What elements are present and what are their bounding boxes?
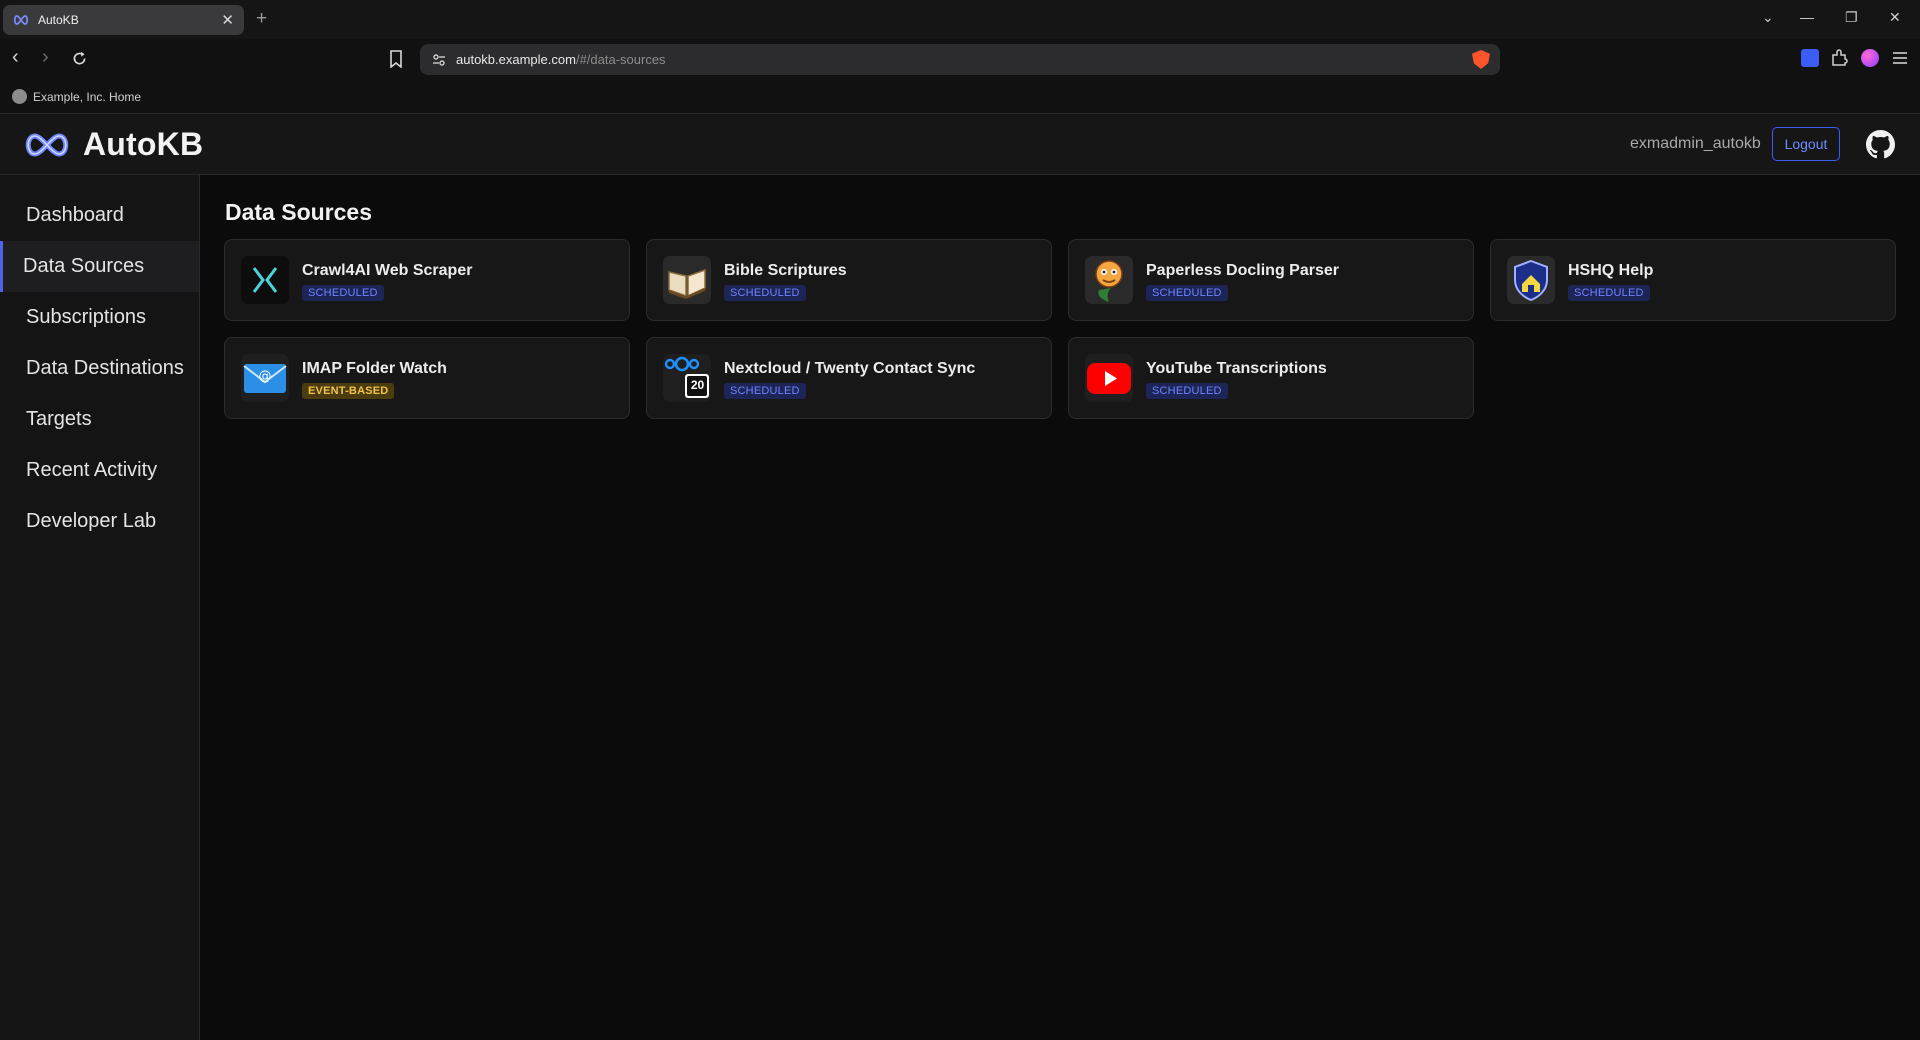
site-settings-icon[interactable]: [432, 53, 446, 67]
tab-close-icon[interactable]: ✕: [221, 13, 234, 28]
page-title: Data Sources: [225, 199, 373, 225]
sidebar-item-data-destinations[interactable]: Data Destinations: [0, 343, 199, 394]
data-source-card-paperless-docling[interactable]: Paperless Docling Parser SCHEDULED: [1068, 239, 1474, 321]
data-source-card-youtube[interactable]: YouTube Transcriptions SCHEDULED: [1068, 337, 1474, 419]
close-window-icon[interactable]: ✕: [1889, 9, 1901, 26]
autokb-favicon-icon: [13, 15, 29, 25]
status-badge: SCHEDULED: [1568, 285, 1650, 301]
url-host: autokb.example.com: [456, 51, 576, 67]
minimize-icon[interactable]: —: [1800, 9, 1814, 25]
forward-icon[interactable]: ›: [42, 47, 49, 67]
sidebar-item-data-sources[interactable]: Data Sources: [0, 241, 199, 292]
nextcloud-icon: 20: [663, 354, 711, 402]
extensions-puzzle-icon[interactable]: [1830, 49, 1848, 67]
restore-icon[interactable]: ❐: [1845, 9, 1858, 26]
sidebar-item-recent-activity[interactable]: Recent Activity: [0, 445, 199, 496]
status-badge: EVENT-BASED: [302, 383, 395, 399]
card-name: Crawl4AI Web Scraper: [302, 262, 473, 279]
browser-toolbar: ‹ › autokb.example.com/#/data-sources: [0, 39, 1920, 80]
browser-tabstrip: AutoKB ✕ + ⌄ — ❐ ✕: [0, 0, 1920, 39]
leo-ai-icon[interactable]: [1861, 49, 1879, 67]
reload-icon[interactable]: [71, 50, 88, 67]
card-name: IMAP Folder Watch: [302, 360, 447, 377]
url-path: /#/data-sources: [575, 51, 666, 67]
sidebar: Dashboard Data Sources Subscriptions Dat…: [0, 175, 200, 1040]
status-badge: SCHEDULED: [1146, 383, 1228, 399]
bookmark-icon[interactable]: [389, 50, 403, 68]
address-bar[interactable]: autokb.example.com/#/data-sources: [420, 44, 1500, 75]
sidebar-item-developer-lab[interactable]: Developer Lab: [0, 496, 199, 547]
data-source-card-nextcloud-twenty[interactable]: 20 Nextcloud / Twenty Contact Sync SCHED…: [646, 337, 1052, 419]
card-name: Nextcloud / Twenty Contact Sync: [724, 360, 976, 377]
youtube-icon: [1085, 354, 1133, 402]
bookmark-example-home[interactable]: Example, Inc. Home: [33, 90, 141, 104]
data-source-card-bible[interactable]: Bible Scriptures SCHEDULED: [646, 239, 1052, 321]
sidebar-item-subscriptions[interactable]: Subscriptions: [0, 292, 199, 343]
logout-button[interactable]: Logout: [1772, 127, 1840, 161]
status-badge: SCHEDULED: [724, 383, 806, 399]
docling-icon: [1085, 256, 1133, 304]
shield-icon: [1507, 256, 1555, 304]
sidebar-item-dashboard[interactable]: Dashboard: [0, 190, 199, 241]
crawl4ai-icon: [241, 256, 289, 304]
tab-title: AutoKB: [38, 13, 79, 27]
status-badge: SCHEDULED: [724, 285, 806, 301]
data-source-card-imap[interactable]: @ IMAP Folder Watch EVENT-BASED: [224, 337, 630, 419]
card-name: Paperless Docling Parser: [1146, 262, 1339, 279]
envelope-icon: @: [241, 354, 289, 402]
svg-text:@: @: [259, 369, 272, 384]
card-name: YouTube Transcriptions: [1146, 360, 1327, 377]
github-icon[interactable]: [1866, 130, 1895, 159]
menu-icon[interactable]: [1891, 49, 1909, 67]
data-source-card-crawl4ai[interactable]: Crawl4AI Web Scraper SCHEDULED: [224, 239, 630, 321]
tab-list-chevron-icon[interactable]: ⌄: [1762, 9, 1774, 26]
brave-shields-icon[interactable]: [1472, 50, 1490, 69]
username: exmadmin_autokb: [1630, 135, 1761, 152]
browser-tab[interactable]: AutoKB ✕: [3, 5, 244, 35]
book-icon: [663, 256, 711, 304]
autokb-logo-icon: [25, 133, 69, 157]
app-header: AutoKB exmadmin_autokb Logout: [0, 114, 1920, 175]
bitwarden-extension-icon[interactable]: [1801, 49, 1819, 67]
app-name: AutoKB: [83, 126, 204, 162]
url-text: autokb.example.com/#/data-sources: [456, 51, 666, 69]
card-name: HSHQ Help: [1568, 262, 1654, 279]
globe-icon: [12, 89, 27, 104]
sidebar-item-targets[interactable]: Targets: [0, 394, 199, 445]
bookmarks-bar: Example, Inc. Home: [0, 80, 1920, 114]
back-icon[interactable]: ‹: [12, 47, 19, 67]
data-source-card-hshq-help[interactable]: HSHQ Help SCHEDULED: [1490, 239, 1896, 321]
card-name: Bible Scriptures: [724, 262, 847, 279]
twenty-icon-text: 20: [690, 378, 705, 392]
status-badge: SCHEDULED: [302, 285, 384, 301]
sidebar-nav: Dashboard Data Sources Subscriptions Dat…: [0, 175, 199, 547]
status-badge: SCHEDULED: [1146, 285, 1228, 301]
new-tab-button[interactable]: +: [256, 8, 267, 30]
